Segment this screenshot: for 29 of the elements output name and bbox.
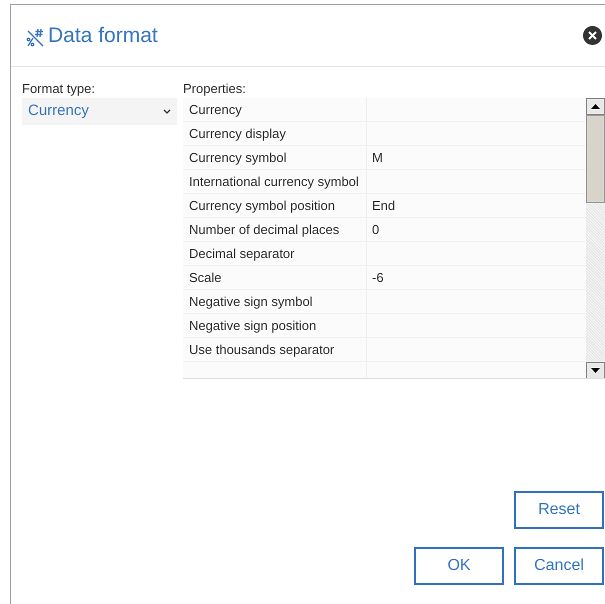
scrollbar[interactable]: [586, 98, 605, 378]
property-name: Negative sign position: [183, 314, 367, 337]
dialog-title: Data format: [48, 22, 158, 49]
property-name: International currency symbol: [183, 170, 367, 193]
property-name: Decimal separator: [183, 242, 367, 265]
property-name: Use thousands separator: [183, 338, 367, 361]
property-value[interactable]: 0: [367, 218, 586, 241]
format-type-label: Format type:: [22, 81, 96, 97]
property-name: Negative sign symbol: [183, 290, 367, 313]
property-name: Currency: [183, 98, 367, 121]
format-icon: [26, 28, 46, 48]
property-name: Currency symbol position: [183, 194, 367, 217]
property-name: Currency display: [183, 122, 367, 145]
reset-button[interactable]: Reset: [514, 491, 604, 529]
scroll-thumb[interactable]: [586, 115, 605, 203]
scroll-up-icon[interactable]: [586, 98, 605, 115]
cancel-button[interactable]: Cancel: [514, 547, 604, 585]
close-icon[interactable]: [583, 26, 602, 45]
property-value[interactable]: M: [367, 146, 586, 169]
ok-button[interactable]: OK: [414, 547, 504, 585]
scroll-down-icon[interactable]: [586, 362, 605, 378]
property-value[interactable]: End: [367, 194, 586, 217]
properties-label: Properties:: [183, 81, 247, 97]
property-name: Currency symbol: [183, 146, 367, 169]
chevron-down-icon: [163, 108, 171, 114]
property-name: Number of decimal places: [183, 218, 367, 241]
property-name: Scale: [183, 266, 367, 289]
format-type-dropdown[interactable]: Currency: [22, 98, 177, 125]
property-value[interactable]: -6: [367, 266, 586, 289]
